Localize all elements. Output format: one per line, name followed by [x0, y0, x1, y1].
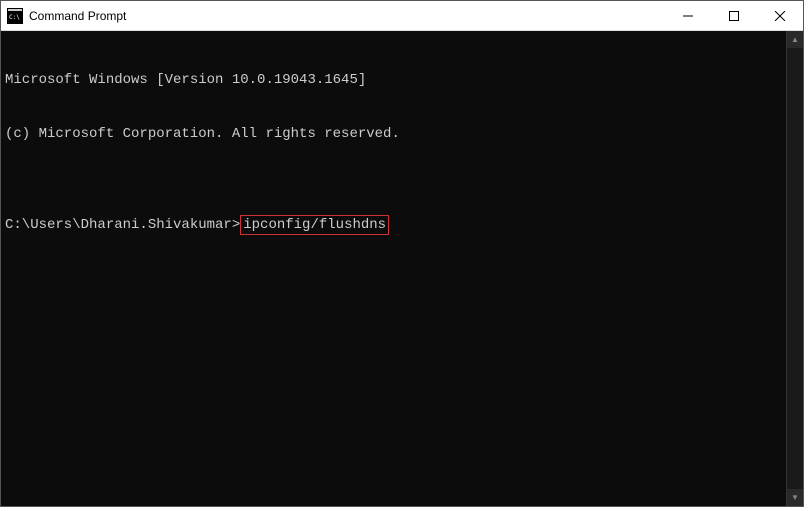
terminal-output[interactable]: Microsoft Windows [Version 10.0.19043.16… — [1, 31, 786, 506]
content-area: Microsoft Windows [Version 10.0.19043.16… — [1, 31, 803, 506]
close-button[interactable] — [757, 1, 803, 30]
version-line: Microsoft Windows [Version 10.0.19043.16… — [5, 71, 782, 89]
prompt-path: C:\Users\Dharani.Shivakumar> — [5, 216, 240, 234]
titlebar[interactable]: C:\ Command Prompt — [1, 1, 803, 31]
command-prompt-window: C:\ Command Prompt Microsoft Windows [Ve… — [0, 0, 804, 507]
maximize-button[interactable] — [711, 1, 757, 30]
prompt-line: C:\Users\Dharani.Shivakumar>ipconfig/flu… — [5, 215, 782, 235]
vertical-scrollbar[interactable]: ▲ ▼ — [786, 31, 803, 506]
command-highlight: ipconfig/flushdns — [240, 215, 389, 235]
minimize-button[interactable] — [665, 1, 711, 30]
cmd-icon: C:\ — [7, 8, 23, 24]
window-title: Command Prompt — [29, 9, 665, 23]
scroll-down-button[interactable]: ▼ — [787, 489, 803, 506]
svg-text:C:\: C:\ — [9, 14, 20, 21]
window-controls — [665, 1, 803, 30]
scroll-up-button[interactable]: ▲ — [787, 31, 803, 48]
scroll-track[interactable] — [787, 48, 803, 489]
copyright-line: (c) Microsoft Corporation. All rights re… — [5, 125, 782, 143]
